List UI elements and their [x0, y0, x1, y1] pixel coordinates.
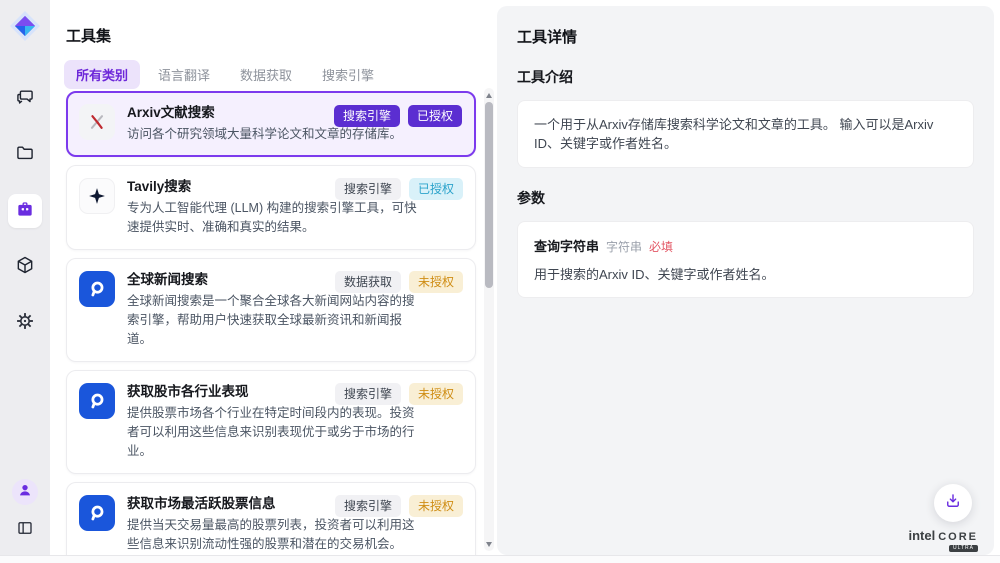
- user-avatar[interactable]: [12, 479, 38, 505]
- tool-description: 提供股票市场各个行业在特定时间段内的表现。投资者可以利用这些信息来识别表现优于或…: [127, 404, 419, 461]
- folder-icon: [15, 143, 35, 168]
- scroll-up-arrow-icon[interactable]: [484, 90, 494, 100]
- list-scrollbar[interactable]: [484, 88, 494, 551]
- param-type: 字符串: [606, 238, 642, 255]
- sidebar-item-tools[interactable]: [8, 194, 42, 228]
- tool-description: 提供当天交易量最高的股票列表，投资者可以利用这些信息来识别流动性强的股票和潜在的…: [127, 516, 419, 554]
- details-title: 工具详情: [517, 26, 974, 47]
- sidebar-item-chat[interactable]: [8, 82, 42, 116]
- bottom-strip: [0, 555, 1000, 563]
- intro-card: 一个用于从Arxiv存储库搜索科学论文和文章的工具。 输入可以是Arxiv ID…: [517, 100, 974, 168]
- scroll-down-arrow-icon[interactable]: [484, 539, 494, 549]
- arxiv-icon: [79, 104, 115, 140]
- tool-category-badge: 搜索引擎: [335, 383, 401, 405]
- toolset-title: 工具集: [66, 25, 111, 46]
- tool-auth-badge: 未授权: [409, 271, 463, 293]
- tool-description: 全球新闻搜索是一个聚合全球各大新闻网站内容的搜索引擎，帮助用户快速获取全球最新资…: [127, 292, 419, 349]
- tavily-icon: [79, 178, 115, 214]
- tool-auth-badge: 未授权: [409, 495, 463, 517]
- tool-auth-badge: 已授权: [408, 105, 462, 127]
- category-tabs: 所有类别语言翻译数据获取搜索引擎: [64, 60, 386, 89]
- tool-description: 访问各个研究领域大量科学论文和文章的存储库。: [127, 125, 419, 144]
- param-description: 用于搜索的Arxiv ID、关键字或作者姓名。: [534, 264, 957, 283]
- scrollbar-thumb[interactable]: [485, 102, 493, 288]
- tool-details-panel: 工具详情 工具介绍 一个用于从Arxiv存储库搜索科学论文和文章的工具。 输入可…: [497, 6, 994, 555]
- intro-text: 一个用于从Arxiv存储库搜索科学论文和文章的工具。 输入可以是Arxiv ID…: [534, 115, 957, 153]
- tab-搜索引擎[interactable]: 搜索引擎: [310, 60, 386, 89]
- tool-auth-badge: 已授权: [409, 178, 463, 200]
- sidebar-panel-icon: [16, 519, 34, 542]
- tool-auth-badge: 未授权: [409, 383, 463, 405]
- tool-category-badge: 搜索引擎: [335, 178, 401, 200]
- toolbox-icon: [15, 199, 35, 224]
- toolset-panel: 工具集 所有类别语言翻译数据获取搜索引擎 Arxiv文献搜索 访问各个研究领域大…: [50, 3, 497, 555]
- gear-icon: [15, 311, 35, 336]
- user-avatar-icon: [17, 482, 33, 503]
- tool-card[interactable]: 获取市场最活跃股票信息 提供当天交易量最高的股票列表，投资者可以利用这些信息来识…: [66, 482, 476, 555]
- tab-语言翻译[interactable]: 语言翻译: [146, 60, 222, 89]
- sidebar-rail: [0, 0, 50, 555]
- tool-category-badge: 数据获取: [335, 271, 401, 293]
- core-logo-word: CORE: [938, 532, 978, 543]
- qsearch-icon: [79, 271, 115, 307]
- intel-logo-word: intel: [908, 529, 935, 542]
- sidebar-item-settings[interactable]: [8, 306, 42, 340]
- tool-card[interactable]: 全球新闻搜索 全球新闻搜索是一个聚合全球各大新闻网站内容的搜索引擎，帮助用户快速…: [66, 258, 476, 362]
- panel-toggle-button[interactable]: [12, 517, 38, 543]
- tool-description: 专为人工智能代理 (LLM) 构建的搜索引擎工具，可快速提供实时、准确和真实的结…: [127, 199, 419, 237]
- download-button[interactable]: [934, 484, 972, 522]
- param-required-badge: 必填: [649, 238, 673, 255]
- download-icon: [944, 492, 962, 515]
- qsearch-icon: [79, 495, 115, 531]
- chat-icon: [15, 87, 35, 112]
- intel-core-logo: intel CORE ULTRA: [908, 529, 978, 552]
- param-name: 查询字符串: [534, 236, 599, 255]
- intro-heading: 工具介绍: [517, 67, 974, 87]
- tool-card[interactable]: Tavily搜索 专为人工智能代理 (LLM) 构建的搜索引擎工具，可快速提供实…: [66, 165, 476, 250]
- tab-所有类别[interactable]: 所有类别: [64, 60, 140, 89]
- app-logo: [9, 10, 41, 42]
- tool-list: Arxiv文献搜索 访问各个研究领域大量科学论文和文章的存储库。 搜索引擎 已授…: [66, 91, 476, 555]
- tab-数据获取[interactable]: 数据获取: [228, 60, 304, 89]
- intel-ultra-badge: ULTRA: [949, 545, 978, 552]
- param-card: 查询字符串 字符串 必填 用于搜索的Arxiv ID、关键字或作者姓名。: [517, 221, 974, 298]
- sidebar-item-files[interactable]: [8, 138, 42, 172]
- tool-card[interactable]: 获取股市各行业表现 提供股票市场各个行业在特定时间段内的表现。投资者可以利用这些…: [66, 370, 476, 474]
- cube-icon: [15, 255, 35, 280]
- tool-category-badge: 搜索引擎: [334, 105, 400, 127]
- tool-category-badge: 搜索引擎: [335, 495, 401, 517]
- qsearch-icon: [79, 383, 115, 419]
- params-heading: 参数: [517, 188, 974, 208]
- sidebar-item-packages[interactable]: [8, 250, 42, 284]
- tool-card[interactable]: Arxiv文献搜索 访问各个研究领域大量科学论文和文章的存储库。 搜索引擎 已授…: [66, 91, 476, 157]
- app-window: 工具集 所有类别语言翻译数据获取搜索引擎 Arxiv文献搜索 访问各个研究领域大…: [0, 0, 1000, 563]
